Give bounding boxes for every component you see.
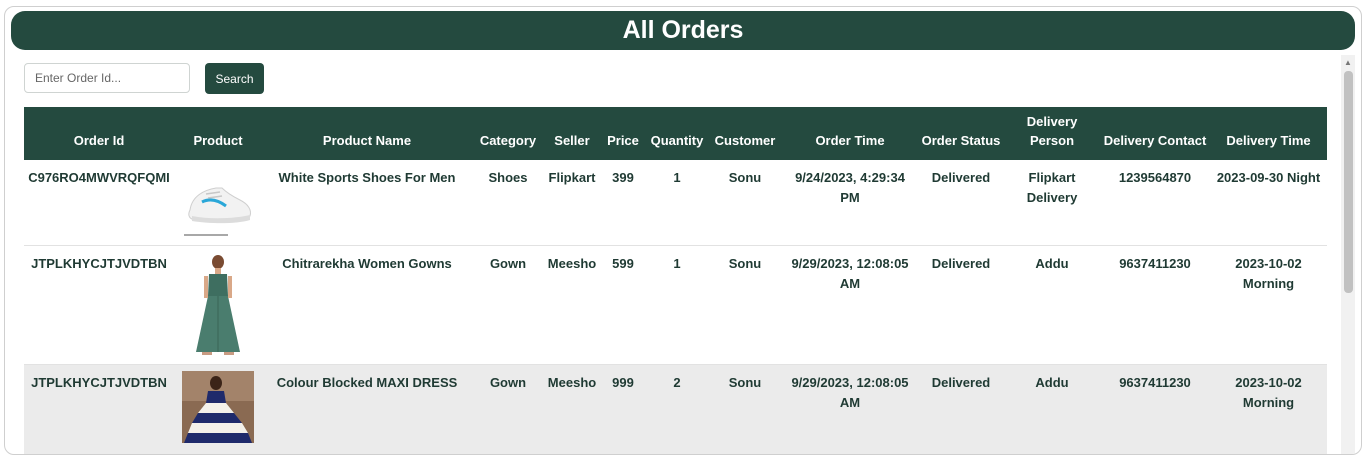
header-category[interactable]: Category — [472, 107, 544, 160]
cell-order-time: 9/29/2023, 12:08:05 AM — [782, 364, 918, 454]
cell-product-image — [174, 160, 262, 246]
cell-seller: Flipkart — [544, 160, 600, 246]
cell-order-status: Delivered — [918, 364, 1004, 454]
cell-delivery-time: 2023-09-30 Night — [1210, 160, 1327, 246]
cell-product-name: Chitrarekha Women Gowns — [262, 245, 472, 365]
cell-product-image — [174, 364, 262, 454]
cell-product-name: White Sports Shoes For Men — [262, 160, 472, 246]
cell-customer: Sonu — [708, 245, 782, 365]
orders-panel: All Orders Search Order Id Product Produ… — [4, 6, 1362, 455]
cell-seller: Meesho — [544, 364, 600, 454]
table-row[interactable]: C976RO4MWVRQFQMI White Sports Shoes For … — [24, 160, 1327, 246]
cell-order-time: 9/29/2023, 12:08:05 AM — [782, 245, 918, 365]
cell-category: Shoes — [472, 160, 544, 246]
cell-customer: Sonu — [708, 160, 782, 246]
header-product-name[interactable]: Product Name — [262, 107, 472, 160]
header-delivery-time[interactable]: Delivery Time — [1210, 107, 1327, 160]
header-order-time[interactable]: Order Time — [782, 107, 918, 160]
cell-delivery-time: 2023-10-02 Morning — [1210, 245, 1327, 365]
cell-product-image — [174, 245, 262, 365]
cell-category: Gown — [472, 364, 544, 454]
white-sneaker-image[interactable] — [182, 166, 254, 238]
cell-delivery-person: Addu — [1004, 364, 1100, 454]
cell-order-id: JTPLKHYCJTJVDTBN — [24, 245, 174, 365]
cell-order-status: Delivered — [918, 245, 1004, 365]
cell-delivery-time: 2023-10-02 Morning — [1210, 364, 1327, 454]
cell-price: 999 — [600, 364, 646, 454]
table-body: C976RO4MWVRQFQMI White Sports Shoes For … — [24, 160, 1327, 454]
cell-seller: Meesho — [544, 245, 600, 365]
cell-quantity: 1 — [646, 245, 708, 365]
green-gown-image[interactable] — [182, 251, 254, 358]
header-product[interactable]: Product — [174, 107, 262, 160]
search-button[interactable]: Search — [205, 63, 264, 94]
cell-quantity: 1 — [646, 160, 708, 246]
maxi-dress-image[interactable] — [182, 370, 254, 443]
header-price[interactable]: Price — [600, 107, 646, 160]
cell-price: 599 — [600, 245, 646, 365]
cell-product-name: Colour Blocked MAXI DRESS — [262, 364, 472, 454]
cell-customer: Sonu — [708, 364, 782, 454]
cell-order-id: C976RO4MWVRQFQMI — [24, 160, 174, 246]
header-seller[interactable]: Seller — [544, 107, 600, 160]
table-row[interactable]: JTPLKHYCJTJVDTBN Chitrarekha Women Gowns… — [24, 245, 1327, 365]
scrollbar-thumb[interactable] — [1344, 71, 1353, 293]
cell-quantity: 2 — [646, 364, 708, 454]
header-delivery-contact[interactable]: Delivery Contact — [1100, 107, 1210, 160]
table-row[interactable]: JTPLKHYCJTJVDTBN Colour Blocked MAXI DRE… — [24, 364, 1327, 454]
cell-delivery-contact: 9637411230 — [1100, 245, 1210, 365]
table-header: Order Id Product Product Name Category S… — [24, 107, 1327, 160]
cell-delivery-contact: 1239564870 — [1100, 160, 1210, 246]
cell-order-id: JTPLKHYCJTJVDTBN — [24, 364, 174, 454]
cell-order-time: 9/24/2023, 4:29:34 PM — [782, 160, 918, 246]
order-id-search-input[interactable] — [24, 63, 190, 93]
cell-delivery-person: Flipkart Delivery — [1004, 160, 1100, 246]
scroll-up-arrow-icon[interactable]: ▲ — [1341, 55, 1355, 69]
cell-delivery-person: Addu — [1004, 245, 1100, 365]
orders-table: Order Id Product Product Name Category S… — [24, 107, 1327, 454]
vertical-scrollbar[interactable]: ▲ — [1341, 55, 1355, 454]
orders-table-container: Order Id Product Product Name Category S… — [24, 107, 1327, 454]
header-order-status[interactable]: Order Status — [918, 107, 1004, 160]
header-customer[interactable]: Customer — [708, 107, 782, 160]
header-order-id[interactable]: Order Id — [24, 107, 174, 160]
page-title: All Orders — [11, 11, 1355, 50]
cell-delivery-contact: 9637411230 — [1100, 364, 1210, 454]
cell-category: Gown — [472, 245, 544, 365]
cell-order-status: Delivered — [918, 160, 1004, 246]
cell-price: 399 — [600, 160, 646, 246]
header-quantity[interactable]: Quantity — [646, 107, 708, 160]
header-delivery-person[interactable]: Delivery Person — [1004, 107, 1100, 160]
